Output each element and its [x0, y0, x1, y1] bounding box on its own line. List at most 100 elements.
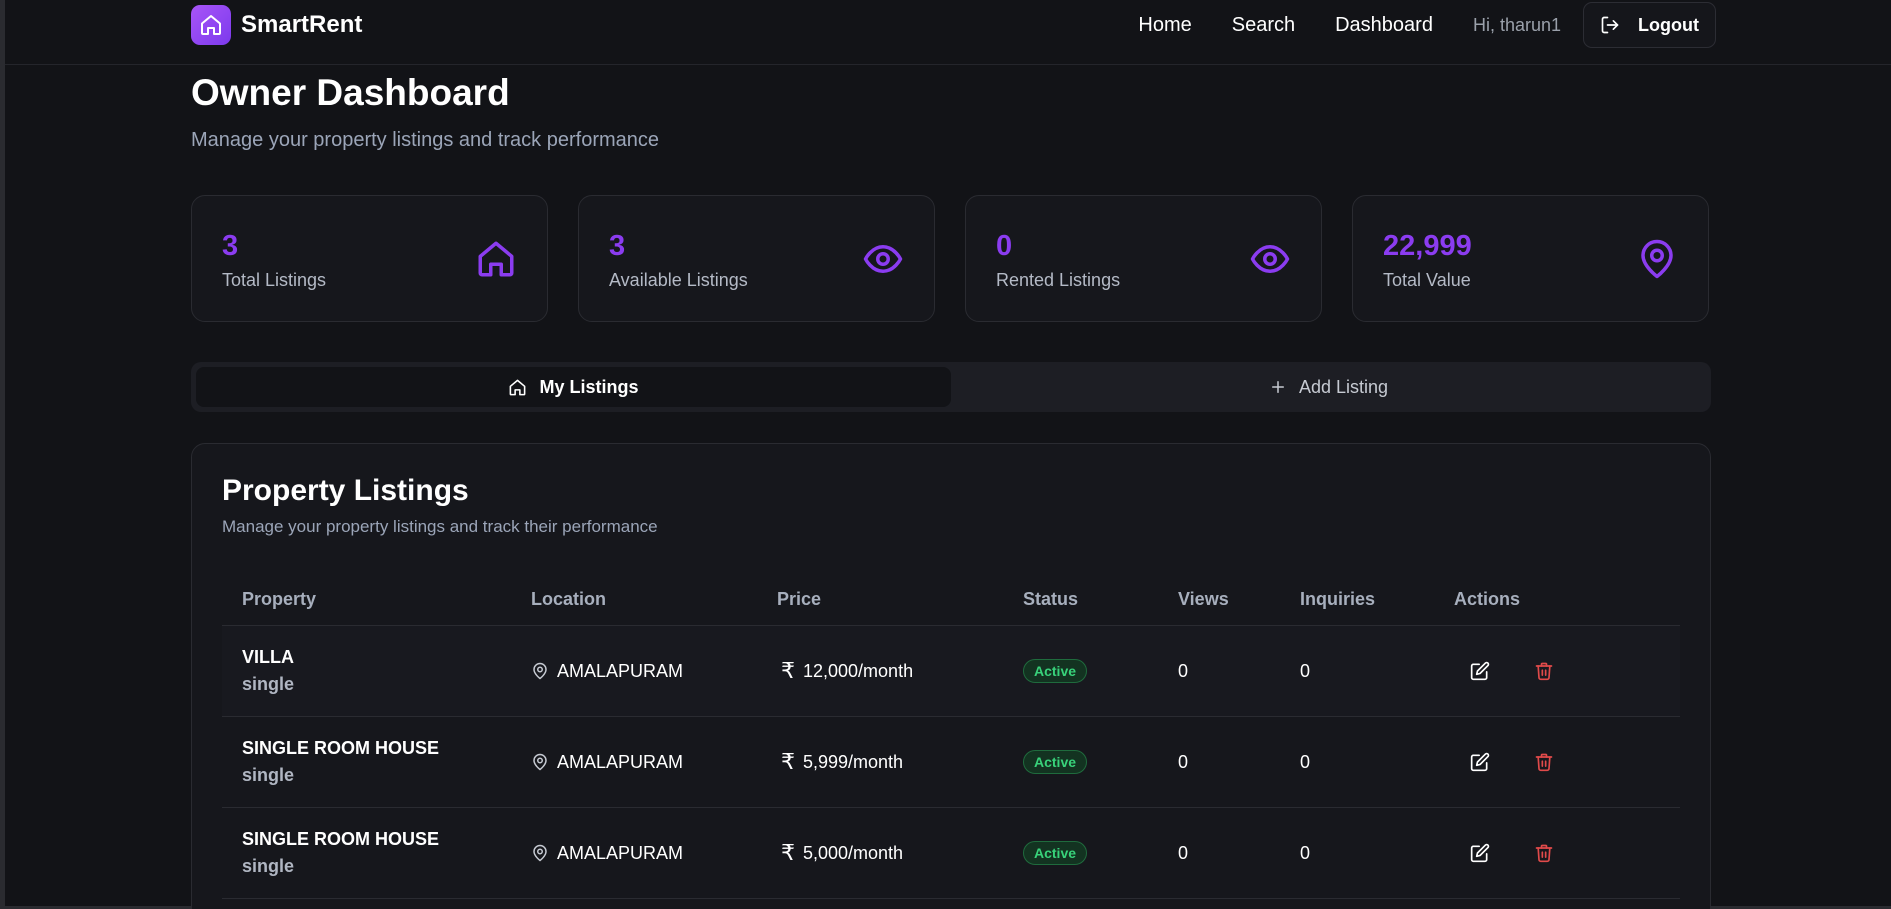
edit-button[interactable]: [1468, 841, 1492, 865]
status-badge: Active: [1023, 659, 1088, 683]
price-cell: ₹ 5,000/month: [777, 840, 1023, 866]
trash-icon: [1535, 662, 1553, 681]
column-header-status: Status: [1023, 589, 1079, 609]
location-cell: AMALAPURAM: [531, 752, 777, 773]
tab-my-listings[interactable]: My Listings: [196, 367, 951, 407]
map-pin-icon: [1641, 239, 1673, 279]
status-badge: Active: [1023, 750, 1088, 774]
stat-card-total-value: 22,999 Total Value: [1352, 195, 1709, 322]
price-cell: ₹ 5,999/month: [777, 749, 1023, 775]
price-text: 5,999/month: [803, 751, 904, 772]
home-icon: [510, 379, 526, 395]
delete-button[interactable]: [1532, 750, 1556, 774]
status-badge: Active: [1023, 841, 1088, 865]
property-name: SINGLE ROOM HOUSE: [242, 829, 440, 849]
window-frame-left: [0, 0, 5, 909]
location-text: AMALAPURAM: [557, 660, 684, 681]
nav-link-dashboard[interactable]: Dashboard: [1335, 14, 1433, 37]
edit-icon: [1470, 752, 1490, 772]
page-title: Owner Dashboard: [191, 72, 510, 113]
plus-icon: [1271, 381, 1284, 393]
edit-button[interactable]: [1468, 750, 1492, 774]
stat-label: Available Listings: [609, 270, 748, 290]
status-cell: Active: [1023, 841, 1178, 865]
price-cell: ₹ 12,000/month: [777, 658, 1023, 684]
stat-label: Total Listings: [222, 270, 327, 290]
tab-label: My Listings: [539, 376, 639, 397]
stat-card-total-listings: 3 Total Listings: [191, 195, 548, 322]
status-cell: Active: [1023, 750, 1178, 774]
trash-icon: [1535, 753, 1553, 772]
price-text: 12,000/month: [803, 660, 914, 681]
inquiries-count: 0: [1300, 660, 1311, 681]
rupee-icon: ₹: [781, 840, 795, 865]
brand[interactable]: SmartRent: [191, 5, 362, 45]
column-header-inquiries: Inquiries: [1300, 589, 1376, 609]
panel-title: Property Listings: [222, 474, 469, 507]
property-type: single: [242, 674, 295, 694]
table-row: SINGLE ROOM HOUSE single AMALAPURAM ₹ 5,…: [222, 808, 1680, 899]
user-greeting: Hi, tharun1: [1472, 14, 1562, 35]
nav-link-home[interactable]: Home: [1138, 14, 1191, 37]
actions-cell: [1454, 750, 1634, 774]
logout-label: Logout: [1638, 14, 1699, 35]
page-subtitle: Manage your property listings and track …: [191, 129, 660, 151]
eye-icon: [863, 245, 903, 273]
actions-cell: [1454, 841, 1634, 865]
home-icon: [478, 241, 514, 277]
tab-add-listing[interactable]: Add Listing: [951, 367, 1706, 407]
stat-label: Total Value: [1383, 270, 1471, 290]
nav-link-search[interactable]: Search: [1232, 14, 1295, 37]
property-cell: SINGLE ROOM HOUSE single: [222, 829, 531, 877]
dashboard-tabs: My Listings Add Listing: [191, 362, 1711, 412]
edit-button[interactable]: [1468, 659, 1492, 683]
brand-name: SmartRent: [241, 11, 363, 38]
main-nav: Home Search Dashboard Hi, tharun1 Logout: [1138, 0, 1716, 50]
map-pin-icon: [533, 844, 547, 862]
property-cell: SINGLE ROOM HOUSE single: [222, 738, 531, 786]
stat-value: 0: [996, 230, 1013, 262]
column-header-views: Views: [1178, 589, 1229, 609]
property-type: single: [242, 856, 295, 876]
column-header-price: Price: [777, 589, 822, 609]
trash-icon: [1535, 844, 1553, 863]
inquiries-count: 0: [1300, 751, 1311, 772]
delete-button[interactable]: [1532, 659, 1556, 683]
actions-cell: [1454, 659, 1634, 683]
listings-table: Property Location Price Status Views Inq…: [222, 574, 1680, 899]
property-listings-panel: Property Listings Manage your property l…: [191, 443, 1711, 909]
views-count: 0: [1178, 660, 1189, 681]
status-cell: Active: [1023, 659, 1178, 683]
column-header-location: Location: [531, 589, 606, 609]
tab-label: Add Listing: [1298, 376, 1389, 397]
views-count: 0: [1178, 842, 1189, 863]
brand-logo-home-icon: [191, 5, 231, 45]
property-cell: VILLA single: [222, 647, 531, 695]
table-row: SINGLE ROOM HOUSE single AMALAPURAM ₹ 5,…: [222, 717, 1680, 808]
logout-button[interactable]: Logout: [1583, 2, 1716, 48]
location-text: AMALAPURAM: [557, 751, 684, 772]
property-type: single: [242, 765, 295, 785]
views-count: 0: [1178, 751, 1189, 772]
location-cell: AMALAPURAM: [531, 843, 777, 864]
logout-icon: [1601, 16, 1619, 34]
stat-value: 3: [609, 230, 626, 262]
property-name: VILLA: [242, 647, 294, 667]
edit-icon: [1470, 843, 1490, 863]
table-row: VILLA single AMALAPURAM ₹ 12,000/month A…: [222, 626, 1680, 717]
price-text: 5,000/month: [803, 842, 904, 863]
stat-value: 3: [222, 230, 239, 262]
map-pin-icon: [533, 662, 547, 680]
delete-button[interactable]: [1532, 841, 1556, 865]
map-pin-icon: [533, 753, 547, 771]
top-navbar: SmartRent Home Search Dashboard Hi, thar…: [5, 0, 1891, 65]
stat-value: 22,999: [1383, 230, 1472, 262]
stat-card-rented-listings: 0 Rented Listings: [965, 195, 1322, 322]
stat-label: Rented Listings: [996, 270, 1121, 290]
panel-subtitle: Manage your property listings and track …: [222, 517, 658, 536]
rupee-icon: ₹: [781, 658, 795, 683]
stats-row: 3 Total Listings 3 Available Listings 0 …: [191, 195, 1711, 322]
location-cell: AMALAPURAM: [531, 661, 777, 682]
eye-icon: [1250, 245, 1290, 273]
location-text: AMALAPURAM: [557, 842, 684, 863]
